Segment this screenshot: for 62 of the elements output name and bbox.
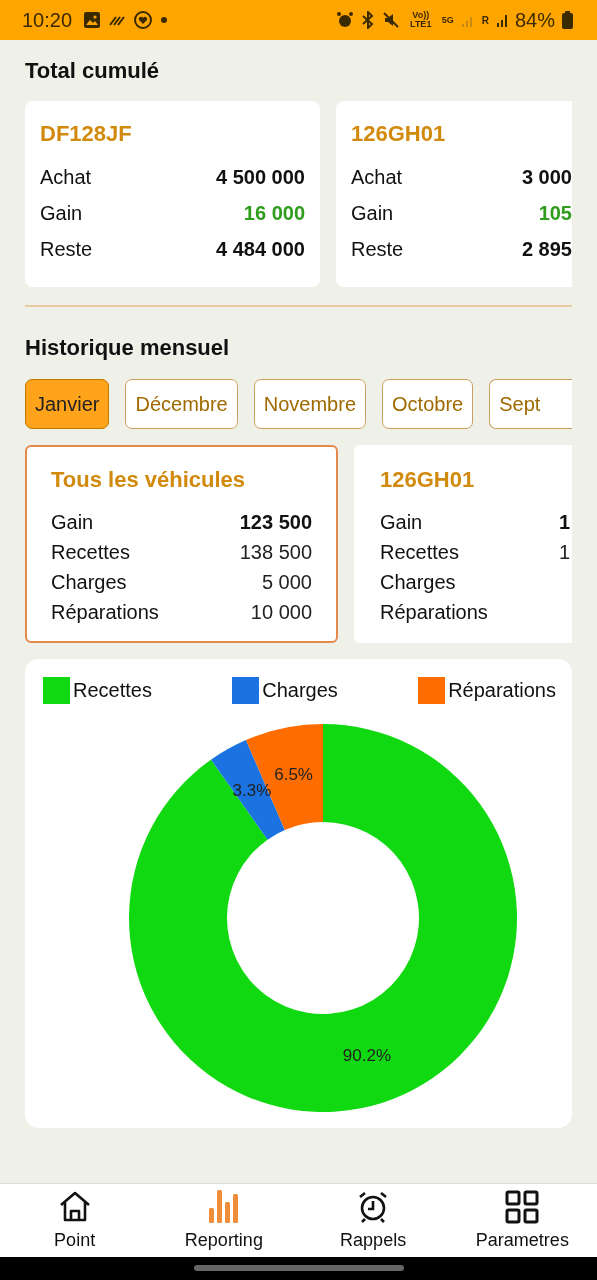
grid-icon <box>505 1190 540 1224</box>
month-tab[interactable]: Octobre <box>382 379 474 430</box>
row-value: 3 000 <box>521 165 572 189</box>
battery-level: 84% <box>514 8 555 32</box>
mute-icon <box>381 11 400 30</box>
card-title: Tous les véhicules <box>51 467 246 494</box>
row-label: Gain <box>351 201 394 225</box>
network-label: Vo)) LTE1 <box>409 11 433 30</box>
row-label: Gain <box>51 510 94 534</box>
row-label: Recettes <box>51 540 130 564</box>
row-value: 1 <box>558 540 570 564</box>
row-value: 138 500 <box>239 540 312 564</box>
nav-tab[interactable]: Rappels <box>298 1184 448 1257</box>
alarm-icon <box>335 11 354 30</box>
row-value: 123 500 <box>239 510 312 534</box>
row-label: Charges <box>51 570 127 594</box>
month-tab[interactable]: Décembre <box>125 379 238 430</box>
nav-tab[interactable]: Parametres <box>447 1184 597 1257</box>
roaming-label: R <box>481 14 489 26</box>
image-icon <box>83 11 102 30</box>
slice-label: 6.5% <box>274 765 313 785</box>
row-label: Charges <box>380 570 456 594</box>
slice-label: 90.2% <box>342 1045 392 1065</box>
signal-icon <box>495 12 508 29</box>
row-label: Réparations <box>380 600 488 624</box>
card-title: 126GH01 <box>380 467 476 494</box>
nav-tab[interactable]: Point <box>0 1184 150 1257</box>
row-value: 5 000 <box>261 570 312 594</box>
month-tab[interactable]: Novembre <box>253 379 366 430</box>
month-tab[interactable]: Janvier <box>25 379 110 430</box>
row-value: 16 000 <box>243 201 305 225</box>
dot-icon <box>160 16 169 25</box>
bluetooth-icon <box>360 11 375 30</box>
legend-label: Recettes <box>73 679 152 703</box>
month-tab[interactable]: Sept <box>489 379 572 430</box>
row-label: Gain <box>40 201 83 225</box>
network-label: 5G <box>441 15 454 25</box>
vehicle-plate: DF128JF <box>40 121 133 148</box>
row-label: Achat <box>351 165 403 189</box>
row-value: 105 <box>538 201 572 225</box>
summary-card[interactable]: Tous les véhicules Gain 123 500 Recettes 138 500 Charges 5 000 Réparations 10 000 <box>25 445 338 644</box>
battery-icon <box>562 11 573 30</box>
row-value: 10 000 <box>250 600 312 624</box>
clock: 10:20 <box>22 8 73 32</box>
summary-card[interactable]: 126GH01 Gain 1 Recettes 1 Charges Réparations <box>354 445 572 644</box>
row-label: Gain <box>380 510 423 534</box>
row-label: Réparations <box>51 600 159 624</box>
nav-tab[interactable]: Reporting <box>149 1184 299 1257</box>
legend-label: Charges <box>262 679 338 703</box>
row-label: Recettes <box>380 540 459 564</box>
legend-label: Réparations <box>448 679 556 703</box>
section-title: Total cumulé <box>25 58 161 85</box>
section-title: Historique mensuel <box>25 335 231 362</box>
vehicle-plate: 126GH01 <box>351 121 447 148</box>
row-label: Reste <box>351 237 404 261</box>
bar-chart-icon <box>206 1188 241 1224</box>
row-label: Achat <box>40 165 92 189</box>
row-value: 2 895 <box>521 237 572 261</box>
row-label: Reste <box>40 237 93 261</box>
row-value: 1 <box>558 510 570 534</box>
row-value: 4 500 000 <box>216 165 305 189</box>
row-value: 4 484 000 <box>216 237 305 261</box>
